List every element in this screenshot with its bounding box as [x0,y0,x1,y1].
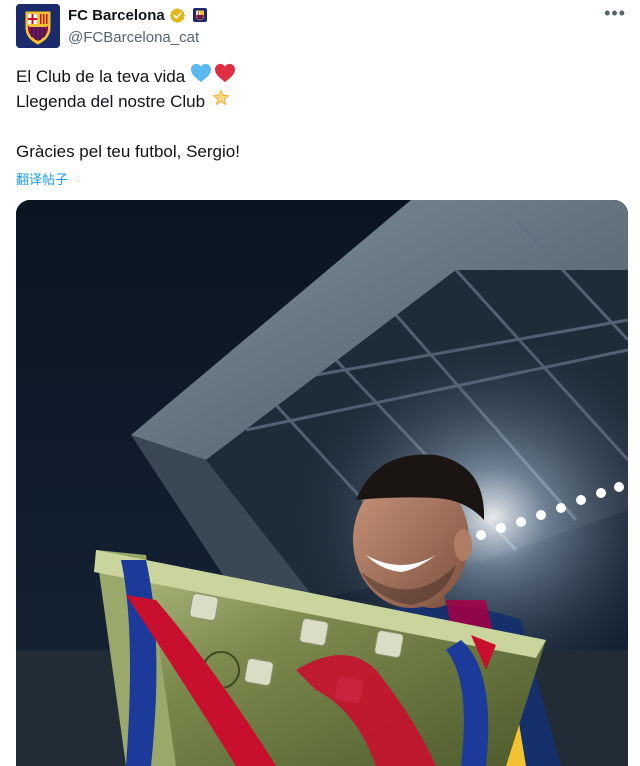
tweet-line: Llegenda del nostre Club [16,87,616,116]
avatar[interactable] [16,4,60,48]
tweet-line-text: Gràcies pel teu futbol, Sergio! [16,142,240,161]
red-heart-icon [214,63,236,90]
verified-gold-badge-icon [169,7,186,24]
tweet-header: FC Barcelona @FCBarcelona_cat ••• [0,0,640,56]
fcb-crest-icon[interactable] [192,8,207,22]
fcb-crest-icon [16,4,60,48]
blue-heart-icon [190,63,212,90]
tweet-text: El Club de la teva vida Llegenda del nos… [16,63,616,164]
tweet-line: Gràcies pel teu futbol, Sergio! [16,139,616,164]
tweet-photo[interactable] [16,200,628,766]
tweet-line: El Club de la teva vida [16,63,616,90]
display-name[interactable]: FC Barcelona [68,7,165,24]
translate-post-link[interactable]: 翻译帖子 [16,169,68,188]
glowing-star-icon [210,87,232,116]
more-options-icon[interactable]: ••• [604,4,626,22]
tweet-line-text: El Club de la teva vida [16,67,186,86]
trophy-celebration-photo [16,200,628,766]
tweet-line-text: Llegenda del nostre Club [16,92,206,111]
account-handle[interactable]: @FCBarcelona_cat [68,29,207,46]
